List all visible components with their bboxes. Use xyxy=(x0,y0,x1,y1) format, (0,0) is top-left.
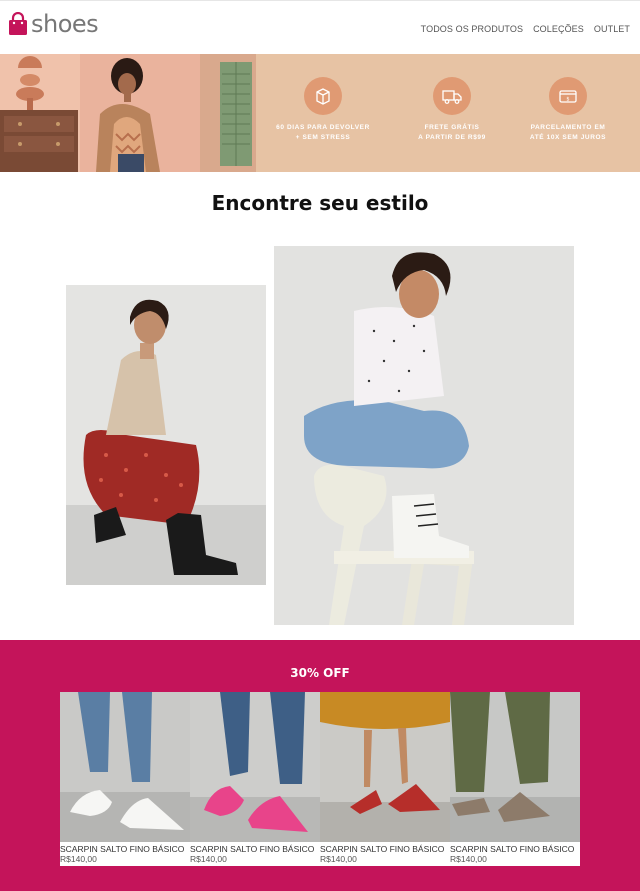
product-image[interactable] xyxy=(450,692,580,842)
logo[interactable]: shoes xyxy=(8,10,99,38)
product-image[interactable] xyxy=(190,692,320,842)
nav-todos-os-produtos[interactable]: TODOS OS PRODUTOS xyxy=(421,24,523,34)
product-card[interactable]: SCARPIN SALTO FINO BÁSICO R$140,00 xyxy=(320,692,450,866)
perk-returns: 60 DIAS PARA DEVOLVER + SEM STRESS xyxy=(268,77,378,143)
perk-shipping-line1: FRETE GRÁTIS xyxy=(424,124,480,131)
promo-section: 30% OFF SCARPIN SALTO FINO BÁSICO R$140,… xyxy=(0,640,640,891)
perk-installments-line2: ATÉ 10X SEM JUROS xyxy=(529,134,607,141)
product-name[interactable]: SCARPIN SALTO FINO BÁSICO xyxy=(320,844,450,854)
main-nav: TODOS OS PRODUTOS COLEÇÕES OUTLET xyxy=(421,24,630,34)
banner-photo xyxy=(0,54,256,172)
product-price: R$140,00 xyxy=(190,854,227,864)
nav-colecoes[interactable]: COLEÇÕES xyxy=(533,24,584,34)
perk-installments-line1: PARCELAMENTO EM xyxy=(530,124,606,131)
product-card[interactable]: SCARPIN SALTO FINO BÁSICO R$140,00 xyxy=(450,692,580,866)
perk-returns-line1: 60 DIAS PARA DEVOLVER xyxy=(276,124,370,131)
style-photo-left[interactable] xyxy=(66,285,266,585)
product-name[interactable]: SCARPIN SALTO FINO BÁSICO xyxy=(450,844,580,854)
perk-shipping-line2: A PARTIR DE R$99 xyxy=(418,134,486,141)
section-title: Encontre seu estilo xyxy=(211,191,429,215)
promo-title: 30% OFF xyxy=(290,666,350,680)
delivery-truck-icon xyxy=(433,77,471,115)
logo-text: shoes xyxy=(31,10,99,38)
perk-shipping: FRETE GRÁTIS A PARTIR DE R$99 xyxy=(397,77,507,143)
site-header: shoes TODOS OS PRODUTOS COLEÇÕES OUTLET xyxy=(0,0,640,54)
perks-banner: 60 DIAS PARA DEVOLVER + SEM STRESS FRETE… xyxy=(0,54,640,172)
nav-outlet[interactable]: OUTLET xyxy=(594,24,630,34)
product-card[interactable]: SCARPIN SALTO FINO BÁSICO R$140,00 xyxy=(60,692,190,866)
product-image[interactable] xyxy=(60,692,190,842)
product-image[interactable] xyxy=(320,692,450,842)
credit-card-icon: $ xyxy=(549,77,587,115)
perk-installments: $ PARCELAMENTO EM ATÉ 10X SEM JUROS xyxy=(513,77,623,143)
perk-returns-line2: + SEM STRESS xyxy=(295,134,351,141)
product-name[interactable]: SCARPIN SALTO FINO BÁSICO xyxy=(190,844,320,854)
return-box-icon xyxy=(304,77,342,115)
product-price: R$140,00 xyxy=(450,854,487,864)
shopping-bag-icon xyxy=(9,12,27,35)
svg-text:$: $ xyxy=(566,97,569,103)
product-price: R$140,00 xyxy=(60,854,97,864)
product-name[interactable]: SCARPIN SALTO FINO BÁSICO xyxy=(60,844,190,854)
product-card[interactable]: SCARPIN SALTO FINO BÁSICO R$140,00 xyxy=(190,692,320,866)
style-photo-right[interactable] xyxy=(274,246,574,625)
product-price: R$140,00 xyxy=(320,854,357,864)
